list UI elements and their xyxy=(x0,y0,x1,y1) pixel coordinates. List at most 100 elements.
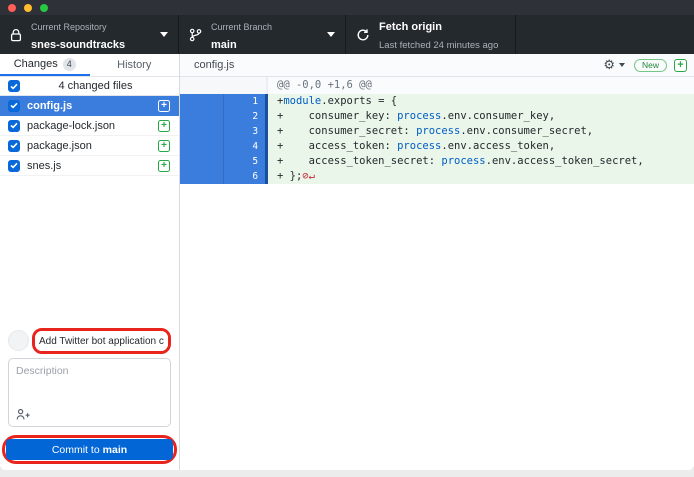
current-repository-dropdown[interactable]: Current Repository snes-soundtracks xyxy=(0,15,179,54)
current-repository-label: Current Repository xyxy=(31,22,107,32)
line-gutter[interactable]: 3 xyxy=(180,124,268,139)
file-name: config.js xyxy=(27,100,158,112)
fetch-origin-button[interactable]: Fetch origin Last fetched 24 minutes ago xyxy=(346,15,516,54)
changes-sidebar: Changes 4 History 4 changed files config… xyxy=(0,54,180,470)
added-status-icon: + xyxy=(158,140,170,152)
old-line-number xyxy=(180,139,223,154)
current-branch-label: Current Branch xyxy=(211,22,272,32)
commit-form: Commit to main xyxy=(0,323,179,471)
select-all-checkbox[interactable] xyxy=(8,80,20,92)
line-gutter[interactable]: 4 xyxy=(180,139,268,154)
branch-icon xyxy=(189,28,202,42)
gear-icon[interactable]: ⚙ xyxy=(603,59,615,72)
file-list: config.js + package-lock.json + package.… xyxy=(0,96,179,176)
old-line-number xyxy=(180,109,223,124)
summary-annotation-ring xyxy=(32,328,171,355)
line-gutter[interactable]: 2 xyxy=(180,109,268,124)
minimize-window-button[interactable] xyxy=(24,4,32,12)
added-status-icon: + xyxy=(674,59,687,72)
file-checkbox[interactable] xyxy=(8,140,20,152)
tab-history[interactable]: History xyxy=(90,54,180,76)
chevron-down-icon xyxy=(160,32,168,37)
line-code: + access_token: process.env.access_token… xyxy=(268,139,694,154)
diff-panel: config.js ⚙ New + @@ -0,0 +1,6 @@ 1 +mod… xyxy=(180,54,694,470)
line-gutter[interactable]: 1 xyxy=(180,94,268,109)
tab-history-label: History xyxy=(117,59,151,71)
line-code: +module.exports = { xyxy=(268,94,694,109)
file-checkbox[interactable] xyxy=(8,160,20,172)
new-file-badge: New xyxy=(634,59,667,72)
file-row[interactable]: snes.js + xyxy=(0,156,179,176)
file-checkbox[interactable] xyxy=(8,100,20,112)
added-status-icon: + xyxy=(158,100,170,112)
commit-button-branch: main xyxy=(103,444,128,456)
added-status-icon: + xyxy=(158,120,170,132)
chevron-down-icon[interactable] xyxy=(619,63,625,67)
changed-files-summary-row: 4 changed files xyxy=(0,77,179,96)
diff-added-line[interactable]: 6 + };⊘↵ xyxy=(180,169,694,184)
new-line-number: 5 xyxy=(223,154,266,169)
line-code: + consumer_key: process.env.consumer_key… xyxy=(268,109,694,124)
chevron-down-icon xyxy=(327,32,335,37)
tab-changes[interactable]: Changes 4 xyxy=(0,54,90,76)
changes-count-badge: 4 xyxy=(63,58,76,71)
line-gutter[interactable]: 6 xyxy=(180,169,268,184)
zoom-window-button[interactable] xyxy=(40,4,48,12)
file-row[interactable]: package.json + xyxy=(0,136,179,156)
file-name: package.json xyxy=(27,140,158,152)
added-status-icon: + xyxy=(158,160,170,172)
new-line-number: 2 xyxy=(223,109,266,124)
add-coauthor-button[interactable] xyxy=(16,408,32,421)
commit-button-prefix: Commit to xyxy=(52,444,100,456)
file-row[interactable]: config.js + xyxy=(0,96,179,116)
new-line-number: 1 xyxy=(223,94,266,109)
line-gutter[interactable]: 5 xyxy=(180,154,268,169)
hunk-gutter xyxy=(180,77,268,94)
current-repository-value: snes-soundtracks xyxy=(31,39,125,51)
commit-description-input[interactable] xyxy=(9,359,170,426)
close-window-button[interactable] xyxy=(8,4,16,12)
fetch-origin-label: Fetch origin xyxy=(379,21,442,33)
line-code: + consumer_secret: process.env.consumer_… xyxy=(268,124,694,139)
old-line-number xyxy=(180,169,223,184)
commit-to-main-button[interactable]: Commit to main xyxy=(6,439,173,460)
diff-added-line[interactable]: 5 + access_token_secret: process.env.acc… xyxy=(180,154,694,169)
diff-lines: 1 +module.exports = { 2 + consumer_key: … xyxy=(180,94,694,184)
diff-added-line[interactable]: 3 + consumer_secret: process.env.consume… xyxy=(180,124,694,139)
file-row[interactable]: package-lock.json + xyxy=(0,116,179,136)
new-line-number: 6 xyxy=(223,169,266,184)
diff-added-line[interactable]: 2 + consumer_key: process.env.consumer_k… xyxy=(180,109,694,124)
file-checkbox[interactable] xyxy=(8,120,20,132)
sidebar-tabs: Changes 4 History xyxy=(0,54,179,77)
diff-empty-area xyxy=(180,184,694,470)
github-desktop-window: Current Repository snes-soundtracks Curr… xyxy=(0,0,694,470)
line-code: + access_token_secret: process.env.acces… xyxy=(268,154,694,169)
hunk-header-row: @@ -0,0 +1,6 @@ xyxy=(180,77,694,94)
old-line-number xyxy=(180,154,223,169)
diff-added-line[interactable]: 4 + access_token: process.env.access_tok… xyxy=(180,139,694,154)
new-line-number: 3 xyxy=(223,124,266,139)
diff-header: config.js ⚙ New + xyxy=(180,54,694,77)
diff-added-line[interactable]: 1 +module.exports = { xyxy=(180,94,694,109)
line-code: + };⊘↵ xyxy=(268,169,694,184)
tab-changes-label: Changes xyxy=(14,58,58,70)
current-branch-dropdown[interactable]: Current Branch main xyxy=(179,15,346,54)
new-line-number: 4 xyxy=(223,139,266,154)
commit-summary-input[interactable] xyxy=(35,331,168,351)
file-name: snes.js xyxy=(27,160,158,172)
lock-icon xyxy=(10,28,22,42)
sync-icon xyxy=(356,28,370,42)
changed-files-count: 4 changed files xyxy=(20,80,171,92)
toolbar: Current Repository snes-soundtracks Curr… xyxy=(0,15,694,54)
titlebar xyxy=(0,0,694,15)
file-name: package-lock.json xyxy=(27,120,158,132)
avatar xyxy=(8,330,29,351)
commit-description-box xyxy=(8,358,171,427)
sidebar-empty-space xyxy=(0,176,179,323)
old-line-number xyxy=(180,94,223,109)
fetch-origin-detail: Last fetched 24 minutes ago xyxy=(379,40,498,51)
commit-button-annotation-ring: Commit to main xyxy=(2,435,177,464)
diff-view: @@ -0,0 +1,6 @@ 1 +module.exports = { 2 … xyxy=(180,77,694,184)
current-branch-value: main xyxy=(211,39,237,51)
old-line-number xyxy=(180,124,223,139)
